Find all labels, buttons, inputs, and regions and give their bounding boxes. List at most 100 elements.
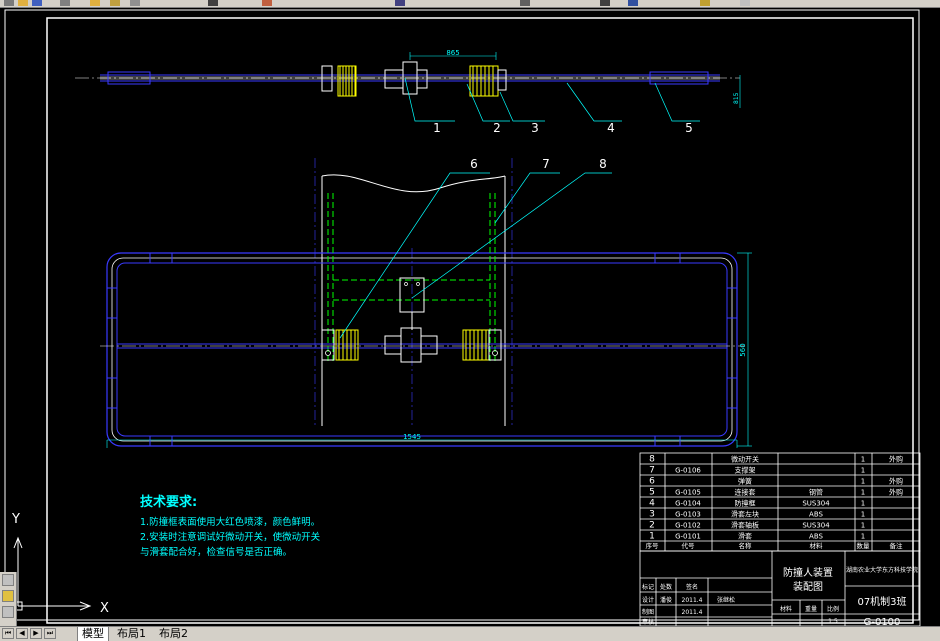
bom-cell-no: 6: [649, 477, 655, 487]
dim-815: 815: [733, 92, 740, 104]
bom-cell-qty: 1: [861, 533, 865, 541]
dim-560: 560: [739, 343, 747, 356]
layout-tab-bar: ⏮ ◀ ▶ ⏭ 模型 布局1 布局2: [0, 626, 940, 641]
balloon-1: 1: [433, 121, 441, 135]
bom-cell-code: G-0101: [675, 533, 701, 541]
zoom-icon[interactable]: [520, 0, 530, 6]
bom-cell-name: 滑套左块: [731, 510, 759, 519]
scale-value: 1:5: [828, 618, 838, 625]
toolbar: [0, 0, 940, 8]
balloon-7: 7: [542, 157, 550, 171]
redo-icon[interactable]: [262, 0, 272, 6]
save-icon[interactable]: [32, 0, 42, 6]
bom-cell-no: 3: [649, 510, 655, 520]
bom-cell-no: 7: [649, 466, 655, 476]
tech-title: 技术要求:: [140, 494, 197, 510]
pan-icon[interactable]: [395, 0, 405, 6]
lbl-seq: 标记: [642, 583, 654, 591]
bom-header-note: 备注: [890, 541, 904, 550]
dim-865: 865: [446, 49, 459, 57]
tab-model[interactable]: 模型: [77, 627, 109, 641]
checker-name: 张继松: [717, 596, 735, 604]
bom-header-code: 代号: [682, 541, 696, 550]
bom-cell-note: 外购: [889, 477, 903, 486]
ucs-y-label: Y: [11, 512, 20, 527]
drawing-name: 装配图: [793, 580, 823, 593]
bom-cell-material: ABS: [809, 511, 823, 519]
lbl-draw: 制图: [642, 608, 654, 616]
print-icon[interactable]: [60, 0, 70, 6]
bom-cell-material: SUS304: [802, 522, 830, 530]
designer-name: 潘俊: [660, 596, 672, 604]
balloon-6: 6: [470, 157, 478, 171]
tab-layout2[interactable]: 布局2: [155, 627, 192, 641]
balloon-5: 5: [685, 121, 693, 135]
dim-1545: 1545: [403, 433, 421, 441]
bom-cell-name: 微动开关: [731, 455, 759, 464]
tab-prev-icon[interactable]: ◀: [16, 628, 28, 639]
tab-last-icon[interactable]: ⏭: [44, 628, 56, 639]
balloon-2: 2: [493, 121, 501, 135]
bom-cell-qty: 1: [861, 478, 865, 486]
lbl-zone: 处数: [660, 583, 672, 591]
bom-cell-qty: 1: [861, 500, 865, 508]
drawing-canvas[interactable]: 865 815 1 2 3 4 5 6 7 8 1545 560 技术要求: 1…: [0, 8, 940, 626]
tab-next-icon[interactable]: ▶: [30, 628, 42, 639]
bom-cell-qty: 1: [861, 456, 865, 464]
paste-icon[interactable]: [130, 0, 140, 6]
new-file-icon[interactable]: [4, 0, 14, 6]
drawing-number: G-0100: [864, 617, 901, 626]
school-name: 湖南农业大学东方科技学院: [846, 566, 918, 574]
undo-icon[interactable]: [208, 0, 218, 6]
bom-cell-material: SUS304: [802, 500, 830, 508]
tech-line-3: 与滑套配合好，检查信号是否正确。: [140, 546, 292, 558]
properties-icon[interactable]: [600, 0, 610, 6]
balloon-8: 8: [599, 157, 607, 171]
bom-cell-name: 滑套: [738, 532, 752, 541]
bom-cell-name: 弹簧: [738, 477, 752, 486]
palette-grip-icon[interactable]: [2, 574, 14, 586]
cad-drawing: 865 815 1 2 3 4 5 6 7 8 1545 560 技术要求: 1…: [4, 9, 921, 626]
ucs-icon: [13, 536, 92, 611]
bom-cell-qty: 1: [861, 511, 865, 519]
bom-cell-code: G-0104: [675, 500, 701, 508]
bom-cell-note: 外购: [889, 455, 903, 464]
bom-cell-code: G-0102: [675, 522, 701, 530]
bom-cell-no: 5: [649, 488, 655, 498]
bom-cell-no: 2: [649, 521, 655, 531]
layer-icon[interactable]: [628, 0, 638, 6]
bom-cell-material: 钢管: [809, 488, 823, 497]
tab-layout1[interactable]: 布局1: [113, 627, 150, 641]
lbl-material: 材料: [780, 605, 792, 613]
bom-header-material: 材料: [810, 541, 824, 550]
bom-cell-name: 滑套轴板: [731, 521, 759, 530]
cut-icon[interactable]: [90, 0, 100, 6]
layer-select-dropdown[interactable]: [740, 0, 750, 6]
tab-first-icon[interactable]: ⏮: [2, 628, 14, 639]
layer-state-icon[interactable]: [700, 0, 710, 6]
lbl-design: 设计: [642, 596, 654, 604]
technical-requirements: 技术要求: 1.防撞框表面使用大红色喷漆，颜色鲜明。 2.安装时注意调试好微动开…: [140, 494, 321, 558]
date-2: 2011.4: [682, 609, 703, 616]
bom-cell-code: G-0105: [675, 489, 701, 497]
balloon-4: 4: [607, 121, 615, 135]
palette-properties-icon[interactable]: [2, 590, 14, 602]
open-folder-icon[interactable]: [18, 0, 28, 6]
bom-header-qty: 数量: [857, 541, 871, 550]
bom-header-no: 序号: [646, 541, 660, 550]
outer-border: [4, 9, 920, 621]
top-view: 865 815 1 2 3 4 5: [75, 49, 741, 135]
bom-text: 8 微动开关 1 外购 7 G-0106 支撑架 1 6 弹簧 1 外购 5 G-0105 连接套 钢管 1 外购…: [646, 455, 904, 551]
bom-header-name: 名称: [739, 541, 753, 550]
front-view: 6 7 8 1545 560: [100, 157, 752, 448]
lbl-approve: 审核: [642, 618, 654, 626]
bom-cell-qty: 1: [861, 522, 865, 530]
palette-tools-icon[interactable]: [2, 606, 14, 618]
bom-cell-qty: 1: [861, 467, 865, 475]
lbl-scale: 比例: [827, 605, 839, 613]
bom-cell-name: 支撑架: [735, 466, 756, 475]
copy-icon[interactable]: [110, 0, 120, 6]
date-1: 2011.4: [682, 597, 703, 604]
bom-cell-code: G-0106: [675, 467, 701, 475]
ucs-x-label: X: [100, 601, 109, 616]
